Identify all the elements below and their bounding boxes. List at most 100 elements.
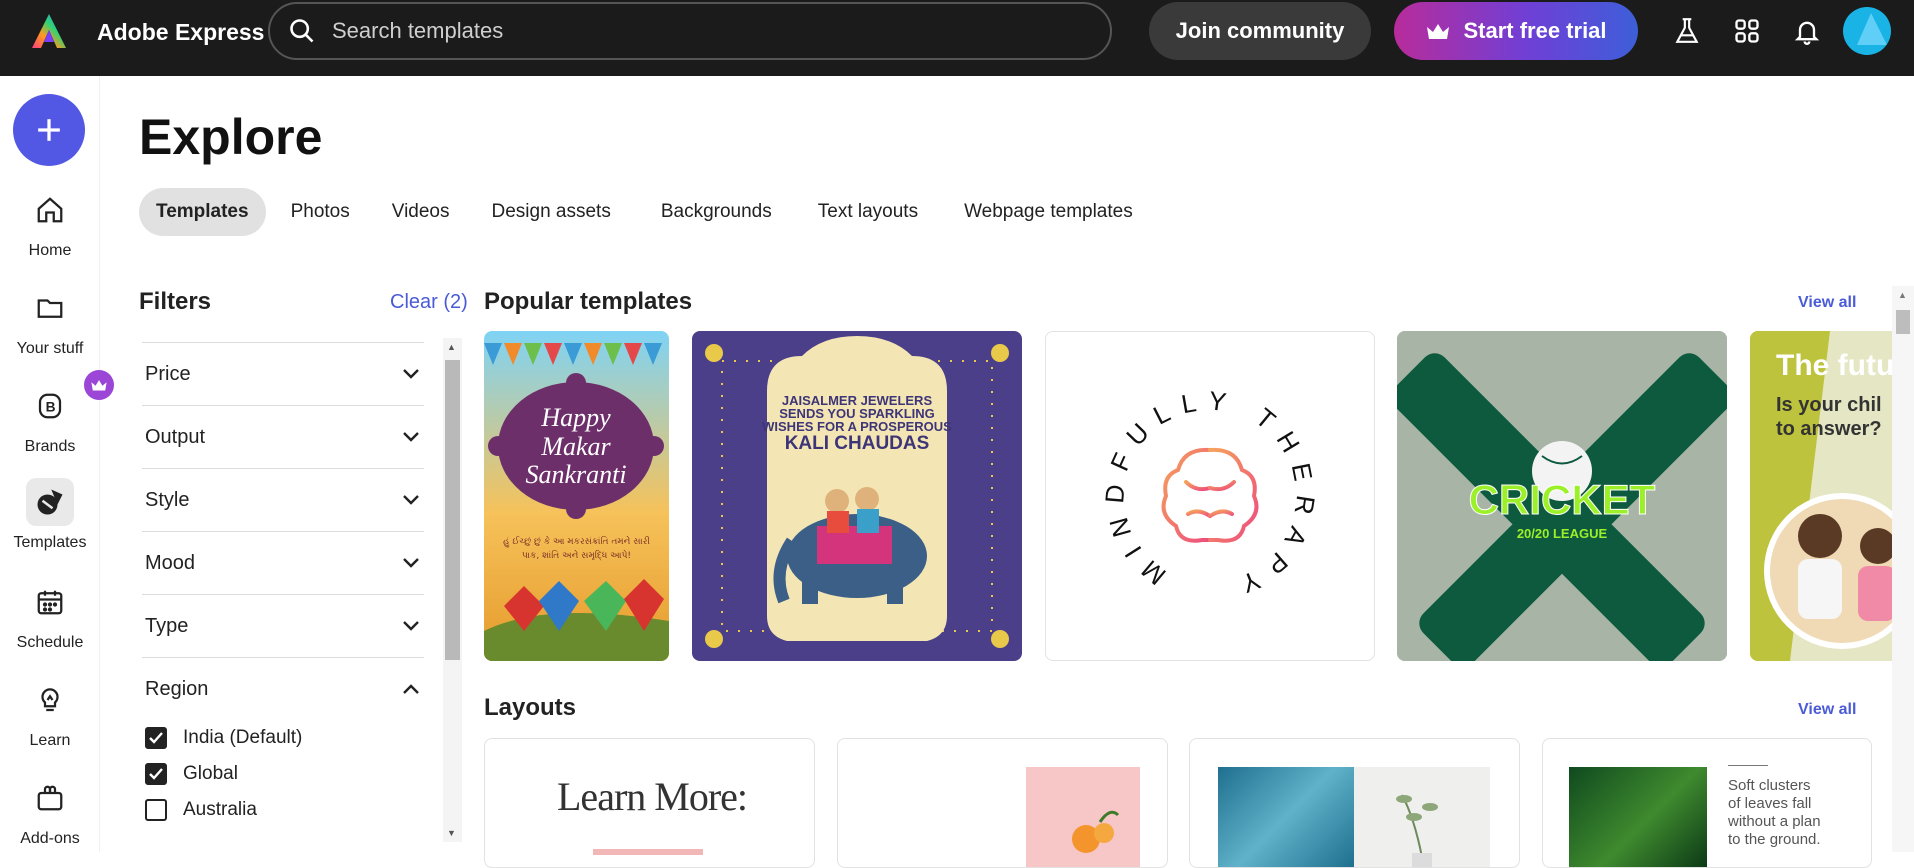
join-community-button[interactable]: Join community bbox=[1149, 2, 1371, 60]
template-card-the-future[interactable]: The future Is your chil to answer? bbox=[1750, 331, 1892, 661]
filter-region[interactable]: Region bbox=[142, 657, 424, 720]
filters-heading: Filters bbox=[139, 288, 212, 315]
template-card-mindfully-therapy[interactable]: MINDFULLY THERAPY bbox=[1045, 331, 1375, 661]
region-option-label: India (Default) bbox=[183, 727, 303, 748]
checkbox-checked-icon[interactable] bbox=[145, 727, 167, 749]
filter-style[interactable]: Style bbox=[142, 468, 424, 531]
filter-label: Region bbox=[145, 677, 209, 700]
chevron-down-icon bbox=[403, 432, 419, 442]
region-option-label: Global bbox=[183, 763, 238, 784]
layout-leaves-line: of leaves fall bbox=[1728, 795, 1812, 812]
tab-text-layouts[interactable]: Text layouts bbox=[801, 188, 935, 236]
layout-leaves-line: without a plan bbox=[1728, 813, 1821, 830]
explore-tabs: Templates Photos Videos Design assets Ba… bbox=[139, 188, 1158, 236]
filter-label: Mood bbox=[145, 551, 196, 574]
layout-plant-image bbox=[1354, 767, 1490, 867]
rail-item-label: Brands bbox=[24, 438, 76, 455]
template-card-kali-chaudas[interactable]: JAISALMER JEWELERS SENDS YOU SPARKLING W… bbox=[692, 331, 1022, 661]
tab-backgrounds[interactable]: Backgrounds bbox=[644, 188, 789, 236]
rail-item-schedule[interactable]: Schedule bbox=[0, 578, 100, 652]
tab-design-assets[interactable]: Design assets bbox=[475, 188, 628, 236]
checkbox-unchecked-icon[interactable] bbox=[145, 799, 167, 821]
rail-item-templates[interactable]: Templates bbox=[0, 478, 100, 552]
page-scrollbar[interactable]: ▲ bbox=[1892, 286, 1914, 852]
filter-type[interactable]: Type bbox=[142, 594, 424, 657]
chevron-up-icon bbox=[403, 684, 419, 694]
search-input[interactable] bbox=[332, 18, 1092, 44]
filter-label: Price bbox=[145, 362, 191, 385]
addons-icon bbox=[26, 774, 74, 822]
rail-item-brands[interactable]: B Brands bbox=[0, 370, 114, 456]
notifications-bell-icon[interactable] bbox=[1790, 14, 1824, 48]
start-free-trial-button[interactable]: Start free trial bbox=[1394, 2, 1638, 60]
brand-icon: B bbox=[26, 370, 114, 430]
makar-line3: Sankranti bbox=[525, 460, 626, 489]
rail-item-home[interactable]: Home bbox=[0, 186, 100, 260]
folder-icon bbox=[26, 284, 74, 332]
region-option-india[interactable]: India (Default) bbox=[142, 720, 424, 756]
page-title: Explore bbox=[139, 109, 323, 165]
checkbox-checked-icon[interactable] bbox=[145, 763, 167, 785]
future-title: The future bbox=[1776, 349, 1892, 382]
layout-card-learn-more[interactable]: Learn More: bbox=[484, 738, 815, 868]
region-option-australia[interactable]: Australia bbox=[142, 792, 424, 828]
scrollbar-thumb[interactable] bbox=[445, 360, 460, 660]
page-scrollbar-thumb[interactable] bbox=[1896, 310, 1910, 334]
chevron-down-icon bbox=[403, 558, 419, 568]
popular-view-all-link[interactable]: View all bbox=[1798, 294, 1856, 312]
user-avatar[interactable] bbox=[1843, 7, 1891, 55]
layout-accent-bar bbox=[593, 849, 703, 855]
rail-item-your-stuff[interactable]: Your stuff bbox=[0, 284, 100, 358]
kali-line4: KALI CHAUDAS bbox=[785, 433, 930, 454]
calendar-icon bbox=[26, 578, 74, 626]
scroll-up-arrow-icon[interactable]: ▲ bbox=[447, 342, 456, 352]
tab-photos[interactable]: Photos bbox=[274, 188, 367, 236]
filter-output[interactable]: Output bbox=[142, 405, 424, 468]
brain-icon bbox=[1161, 447, 1259, 543]
layout-card-peach[interactable] bbox=[837, 738, 1168, 868]
crown-icon bbox=[1427, 24, 1450, 39]
region-option-label: Australia bbox=[183, 799, 257, 820]
start-free-trial-label: Start free trial bbox=[1463, 18, 1607, 43]
filter-mood[interactable]: Mood bbox=[142, 531, 424, 594]
rail-item-label: Templates bbox=[13, 534, 87, 551]
filter-price[interactable]: Price bbox=[142, 342, 424, 405]
tab-webpage-templates[interactable]: Webpage templates bbox=[947, 188, 1150, 236]
rail-item-label: Learn bbox=[29, 732, 71, 749]
layouts-heading: Layouts bbox=[484, 694, 577, 721]
labs-flask-icon[interactable] bbox=[1670, 14, 1704, 48]
layout-peach-image bbox=[1026, 767, 1140, 867]
popular-templates-heading: Popular templates bbox=[484, 288, 693, 315]
template-thumbnail: The future Is your chil to answer? bbox=[1750, 331, 1892, 661]
region-option-global[interactable]: Global bbox=[142, 756, 424, 792]
tab-videos[interactable]: Videos bbox=[375, 188, 467, 236]
filter-label: Type bbox=[145, 614, 189, 637]
home-icon bbox=[26, 186, 74, 234]
kali-line3: WISHES FOR A PROSPEROUS bbox=[762, 419, 952, 434]
rail-item-add-ons[interactable]: Add-ons bbox=[0, 774, 100, 848]
scroll-down-arrow-icon[interactable]: ▼ bbox=[447, 828, 456, 838]
rail-item-label: Home bbox=[28, 242, 72, 259]
template-card-cricket[interactable]: CRICKET 20/20 LEAGUE bbox=[1397, 331, 1727, 661]
page-scroll-up-arrow-icon[interactable]: ▲ bbox=[1898, 290, 1907, 300]
clear-filters-link[interactable]: Clear (2) bbox=[390, 291, 468, 314]
apps-grid-icon[interactable] bbox=[1730, 14, 1764, 48]
adobe-express-logo[interactable] bbox=[30, 12, 68, 50]
tab-templates[interactable]: Templates bbox=[139, 188, 266, 236]
template-card-makar-sankranti[interactable]: Happy Makar Sankranti હું ઈચ્છું છું કે … bbox=[484, 331, 669, 661]
layout-card-leaves[interactable]: Soft clusters of leaves fall without a p… bbox=[1542, 738, 1872, 868]
cricket-title: CRICKET bbox=[1469, 476, 1656, 523]
filters-scrollbar[interactable]: ▲ ▼ bbox=[443, 338, 462, 842]
layout-card-ocean[interactable] bbox=[1189, 738, 1520, 868]
plus-icon bbox=[38, 119, 60, 141]
search-bar[interactable] bbox=[268, 2, 1112, 60]
templates-icon bbox=[26, 478, 74, 526]
rail-item-learn[interactable]: Learn bbox=[0, 676, 100, 750]
template-thumbnail: MINDFULLY THERAPY bbox=[1099, 385, 1309, 604]
filter-label: Output bbox=[145, 425, 206, 448]
create-new-button[interactable] bbox=[13, 94, 85, 166]
layouts-view-all-link[interactable]: View all bbox=[1798, 701, 1856, 719]
search-icon bbox=[290, 19, 314, 43]
filter-label: Style bbox=[145, 488, 190, 511]
top-bar: Adobe Express Join community Start free … bbox=[0, 0, 1914, 76]
